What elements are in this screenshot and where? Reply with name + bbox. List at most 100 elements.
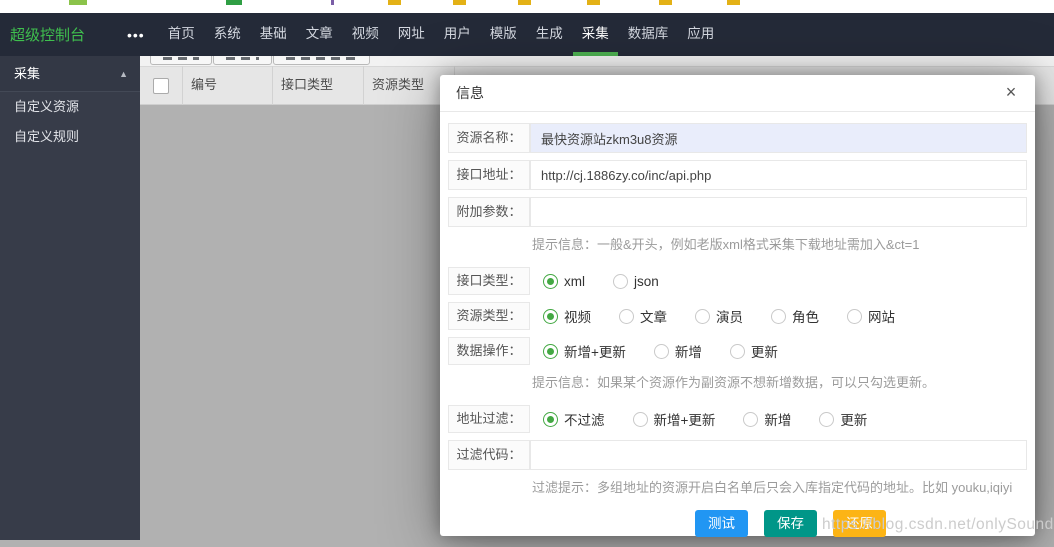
resource-type-label: 资源类型：: [448, 302, 530, 330]
radio-circle-icon: [613, 274, 628, 289]
browser-tab-strip: [0, 0, 1054, 13]
interface-type-row: 接口类型： xml json: [448, 267, 1027, 295]
modal-title: 信息: [456, 85, 484, 101]
table-header-interface-type: 接口类型: [273, 66, 364, 105]
data-operation-options: 新增+更新 新增 更新: [543, 337, 806, 365]
extra-params-input[interactable]: [530, 197, 1027, 227]
radio-circle-icon: [543, 274, 558, 289]
select-all-checkbox[interactable]: [153, 78, 169, 94]
resource-name-label: 资源名称：: [448, 123, 530, 153]
radio-filter-update-label: 更新: [840, 409, 867, 429]
data-operation-row: 数据操作： 新增+更新 新增 更新: [448, 337, 1027, 365]
filter-code-input[interactable]: [530, 440, 1027, 470]
radio-role-label: 角色: [792, 306, 819, 326]
sidebar-item-custom-rule[interactable]: 自定义规则: [0, 122, 140, 152]
filter-code-label: 过滤代码：: [448, 440, 530, 470]
address-filter-label: 地址过滤：: [448, 405, 530, 433]
close-icon[interactable]: ×: [999, 75, 1023, 109]
radio-circle-icon: [847, 309, 862, 324]
radio-add-label: 新增: [675, 341, 702, 361]
nav-item-video[interactable]: 视频: [343, 13, 388, 56]
address-filter-options: 不过滤 新增+更新 新增 更新: [543, 405, 895, 433]
filter-code-hint: 过滤提示：多组地址的资源开启白名单后只会入库指定代码的地址。比如 youku,i…: [532, 477, 1027, 496]
radio-actor[interactable]: 演员: [695, 306, 743, 326]
interface-type-label: 接口类型：: [448, 267, 530, 295]
brand-title: 超级控制台: [10, 24, 105, 45]
radio-circle-icon: [543, 309, 558, 324]
watermark: https://blog.csdn.net/onlySound: [822, 516, 1054, 534]
nav-item-user[interactable]: 用户: [435, 13, 480, 56]
radio-circle-icon: [543, 412, 558, 427]
radio-circle-icon: [543, 344, 558, 359]
radio-circle-icon: [730, 344, 745, 359]
toolbar-clipped-button-3[interactable]: [273, 56, 370, 65]
info-modal: 信息 × 资源名称： 接口地址： 附加参数： 提示信息：一般&开头，例如老版xm…: [440, 75, 1035, 536]
resource-name-input[interactable]: [530, 123, 1027, 153]
radio-add-update[interactable]: 新增+更新: [543, 341, 626, 361]
radio-filter-add-update-label: 新增+更新: [654, 409, 716, 429]
nav-item-home[interactable]: 首页: [159, 13, 204, 56]
radio-circle-icon: [819, 412, 834, 427]
top-navbar: 超级控制台 ••• 首页 系统 基础 文章 视频 网址 用户 模版 生成 采集 …: [0, 13, 1054, 56]
nav-item-url[interactable]: 网址: [389, 13, 434, 56]
nav-item-collect[interactable]: 采集: [573, 13, 618, 56]
nav-item-app[interactable]: 应用: [678, 13, 723, 56]
toolbar-clipped-button-2[interactable]: [213, 56, 272, 65]
radio-article[interactable]: 文章: [619, 306, 667, 326]
radio-json-label: json: [634, 274, 659, 289]
sidebar: 采集 ▲ 自定义资源 自定义规则: [0, 56, 140, 540]
sidebar-group-label: 采集: [14, 56, 40, 92]
radio-filter-add-update[interactable]: 新增+更新: [633, 409, 716, 429]
radio-filter-add[interactable]: 新增: [743, 409, 791, 429]
nav-item-generate[interactable]: 生成: [527, 13, 572, 56]
data-operation-label: 数据操作：: [448, 337, 530, 365]
resource-type-options: 视频 文章 演员 角色: [543, 302, 923, 330]
tab-favicon-fragment: [388, 0, 401, 5]
radio-circle-icon: [654, 344, 669, 359]
radio-website[interactable]: 网站: [847, 306, 895, 326]
save-button[interactable]: 保存: [764, 510, 817, 537]
main-menu: 首页 系统 基础 文章 视频 网址 用户 模版 生成 采集 数据库 应用: [159, 13, 725, 56]
api-url-label: 接口地址：: [448, 160, 530, 190]
resource-name-row: 资源名称：: [448, 123, 1027, 153]
radio-update-label: 更新: [751, 341, 778, 361]
tab-favicon-fragment: [69, 0, 87, 5]
table-header-checkbox-cell: [140, 66, 183, 105]
radio-website-label: 网站: [868, 306, 895, 326]
radio-no-filter-label: 不过滤: [564, 409, 605, 429]
radio-circle-icon: [633, 412, 648, 427]
nav-item-database[interactable]: 数据库: [619, 13, 678, 56]
tab-favicon-fragment: [453, 0, 466, 5]
tab-favicon-fragment: [518, 0, 531, 5]
toolbar-clipped-button-1[interactable]: [150, 56, 212, 65]
menu-more-icon[interactable]: •••: [127, 27, 145, 43]
radio-filter-update[interactable]: 更新: [819, 409, 867, 429]
api-url-row: 接口地址：: [448, 160, 1027, 190]
nav-item-article[interactable]: 文章: [297, 13, 342, 56]
radio-add[interactable]: 新增: [654, 341, 702, 361]
radio-video[interactable]: 视频: [543, 306, 591, 326]
nav-item-base[interactable]: 基础: [251, 13, 296, 56]
sidebar-item-custom-resource[interactable]: 自定义资源: [0, 92, 140, 122]
radio-article-label: 文章: [640, 306, 667, 326]
nav-item-template[interactable]: 模版: [481, 13, 526, 56]
radio-json[interactable]: json: [613, 274, 659, 289]
sidebar-group-collect[interactable]: 采集 ▲: [0, 56, 140, 92]
extra-params-label: 附加参数：: [448, 197, 530, 227]
radio-no-filter[interactable]: 不过滤: [543, 409, 605, 429]
radio-xml[interactable]: xml: [543, 274, 585, 289]
api-url-input[interactable]: [530, 160, 1027, 190]
radio-circle-icon: [771, 309, 786, 324]
modal-header: 信息 ×: [440, 75, 1035, 112]
radio-role[interactable]: 角色: [771, 306, 819, 326]
radio-filter-add-label: 新增: [764, 409, 791, 429]
radio-actor-label: 演员: [716, 306, 743, 326]
radio-circle-icon: [695, 309, 710, 324]
radio-update[interactable]: 更新: [730, 341, 778, 361]
extra-params-hint: 提示信息：一般&开头，例如老版xml格式采集下载地址需加入&ct=1: [532, 234, 1027, 253]
test-button[interactable]: 测试: [695, 510, 748, 537]
radio-circle-icon: [619, 309, 634, 324]
tab-favicon-fragment: [659, 0, 672, 5]
nav-item-system[interactable]: 系统: [205, 13, 250, 56]
collapse-arrow-icon: ▲: [119, 56, 128, 92]
